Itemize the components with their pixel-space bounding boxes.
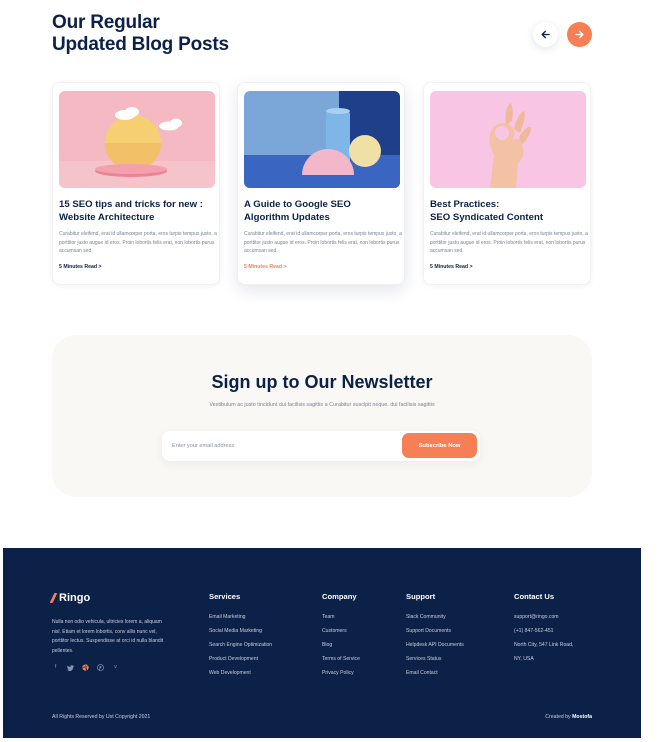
contact-address-line-1: North City, 547 Link Road,: [514, 642, 574, 648]
footer-column-company: Company Team Customers Blog Terms of Ser…: [322, 592, 360, 680]
footer-link[interactable]: Slack Community: [406, 610, 464, 624]
blog-card-image: [59, 91, 215, 188]
footer-link[interactable]: Email Marketing: [209, 610, 272, 624]
email-input[interactable]: [172, 439, 392, 453]
footer-link[interactable]: Blog: [322, 638, 360, 652]
subscribe-button[interactable]: Subscribe Now: [402, 433, 477, 458]
read-more-link[interactable]: 5 Minutes Read >: [244, 264, 287, 270]
contact-email[interactable]: support@ringo.com: [514, 610, 573, 624]
blog-card-title[interactable]: Best Practices: SEO Syndicated Content: [430, 198, 588, 224]
pinterest-icon[interactable]: [97, 664, 104, 671]
previous-button[interactable]: [533, 22, 558, 47]
footer-link[interactable]: Helpdesk API Documents: [406, 638, 464, 652]
blog-card[interactable]: Best Practices: SEO Syndicated Content C…: [423, 82, 591, 285]
footer-column-title: Support: [406, 592, 436, 601]
footer-column-services: Services Email Marketing Social Media Ma…: [209, 592, 272, 680]
footer: Ringo Nulla non odio vehicula, ultricies…: [3, 548, 641, 738]
logo-mark-icon: [49, 593, 58, 603]
arrow-left-icon: [541, 30, 550, 39]
footer-link[interactable]: Social Media Marketing: [209, 624, 272, 638]
vimeo-icon[interactable]: v: [112, 664, 119, 671]
footer-link[interactable]: Privacy Policy: [322, 666, 360, 680]
blog-card[interactable]: A Guide to Google SEO Algorithm Updates …: [237, 82, 405, 285]
credit-text: Created by Mostofa: [545, 714, 592, 720]
footer-link[interactable]: Team: [322, 610, 360, 624]
social-links: f v: [52, 664, 119, 671]
read-more-link[interactable]: 5 Minutes Read >: [59, 264, 102, 270]
footer-link[interactable]: Web Development: [209, 666, 272, 680]
blog-card-excerpt: Curabitur eleifend, erat id ullamcorper …: [244, 231, 402, 255]
footer-link[interactable]: Search Engine Optimization: [209, 638, 272, 652]
blog-card-image: [244, 91, 400, 188]
newsletter-title: Sign up to Our Newsletter: [211, 372, 433, 392]
blog-card-title[interactable]: A Guide to Google SEO Algorithm Updates: [244, 198, 402, 224]
blog-section-title: Our Regular Updated Blog Posts: [52, 12, 229, 56]
blog-title-line-2: Updated Blog Posts: [52, 34, 229, 55]
blog-card-title[interactable]: 15 SEO tips and tricks for new : Website…: [59, 198, 217, 224]
read-more-link[interactable]: 5 Minutes Read >: [430, 264, 473, 270]
brand-logo[interactable]: Ringo: [49, 592, 91, 604]
facebook-icon[interactable]: f: [52, 664, 59, 671]
blog-card-excerpt: Curabitur eleifend, erat id ullamcorper …: [59, 231, 217, 255]
twitter-icon[interactable]: [67, 664, 74, 671]
footer-link[interactable]: Email Contact: [406, 666, 464, 680]
footer-link[interactable]: Customers: [322, 624, 360, 638]
blog-card[interactable]: 15 SEO tips and tricks for new : Website…: [52, 82, 220, 285]
credit-author-link[interactable]: Mostofa: [572, 714, 592, 720]
newsletter-section: Sign up to Our Newsletter Vestibulum ac …: [52, 335, 592, 497]
newsletter-form: Subscribe Now: [162, 431, 480, 461]
footer-link[interactable]: Product Development: [209, 652, 272, 666]
footer-column-contact: Contact Us support@ringo.com (+1) 847-56…: [514, 592, 573, 666]
footer-column-title: Contact Us: [514, 592, 555, 601]
newsletter-subtitle: Vestibulum ac justo tincidunt dui facili…: [209, 402, 435, 408]
footer-link[interactable]: Support Documents: [406, 624, 464, 638]
footer-link[interactable]: Services Status: [406, 652, 464, 666]
next-button[interactable]: [567, 22, 592, 47]
dribbble-icon[interactable]: [82, 664, 89, 671]
blog-title-line-1: Our Regular: [52, 12, 160, 33]
footer-column-title: Company: [322, 592, 357, 601]
footer-about-text: Nulla non odio vehicula, ultricies lorem…: [52, 619, 164, 654]
contact-address-line-2: NY, USA: [514, 656, 534, 662]
contact-phone[interactable]: (+1) 847-562-451: [514, 624, 573, 638]
brand-name: Ringo: [59, 592, 91, 604]
footer-column-support: Support Slack Community Support Document…: [406, 592, 464, 680]
blog-card-image: [430, 91, 586, 188]
copyright-text: All Rights Reserved by Ust Copyright 202…: [52, 714, 151, 720]
footer-column-title: Services: [209, 592, 241, 601]
arrow-right-icon: [575, 30, 584, 39]
blog-card-excerpt: Curabitur eleifend, erat id ullamcorper …: [430, 231, 588, 255]
footer-link[interactable]: Terms of Service: [322, 652, 360, 666]
